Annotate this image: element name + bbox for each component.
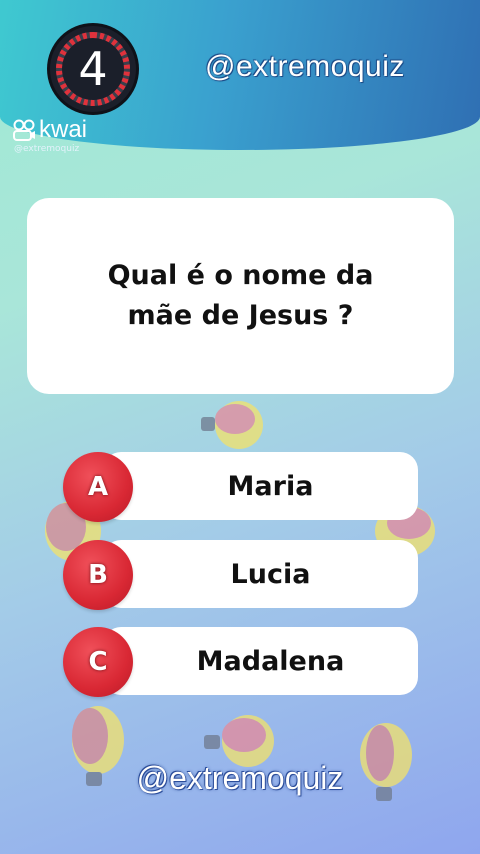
channel-handle: @extremoquiz xyxy=(205,50,405,83)
answer-option-c[interactable]: Madalena C xyxy=(63,627,418,697)
answer-letter-badge: A xyxy=(63,452,133,522)
answer-pill[interactable]: Madalena xyxy=(103,627,418,695)
answer-letter-badge: B xyxy=(63,540,133,610)
footer-handle: @extremoquiz xyxy=(136,760,344,796)
kwai-sub-handle: @extremoquiz xyxy=(14,144,80,154)
lightbulb-brain-icon xyxy=(201,401,263,449)
countdown-timer: 4 xyxy=(50,26,136,112)
question-text: Qual é o nome da mãe de Jesus ? xyxy=(107,260,374,331)
kwai-watermark: kwai @extremoquiz xyxy=(12,116,87,154)
answer-letter: B xyxy=(88,560,108,590)
answer-pill[interactable]: Maria xyxy=(103,452,418,520)
answer-label: Lucia xyxy=(230,558,311,590)
answer-letter: A xyxy=(87,472,109,502)
answer-letter: C xyxy=(88,647,108,677)
kwai-logo-icon xyxy=(13,119,35,141)
kwai-brand-text: kwai xyxy=(39,116,88,143)
answer-option-a[interactable]: Maria A xyxy=(63,452,418,522)
question-card: Qual é o nome da mãe de Jesus ? xyxy=(27,198,454,394)
answer-label: Maria xyxy=(227,470,314,502)
answer-label: Madalena xyxy=(196,645,345,677)
timer-value: 4 xyxy=(78,42,108,96)
answer-letter-badge: C xyxy=(63,627,133,697)
answer-option-b[interactable]: Lucia B xyxy=(63,540,418,610)
answer-pill[interactable]: Lucia xyxy=(103,540,418,608)
